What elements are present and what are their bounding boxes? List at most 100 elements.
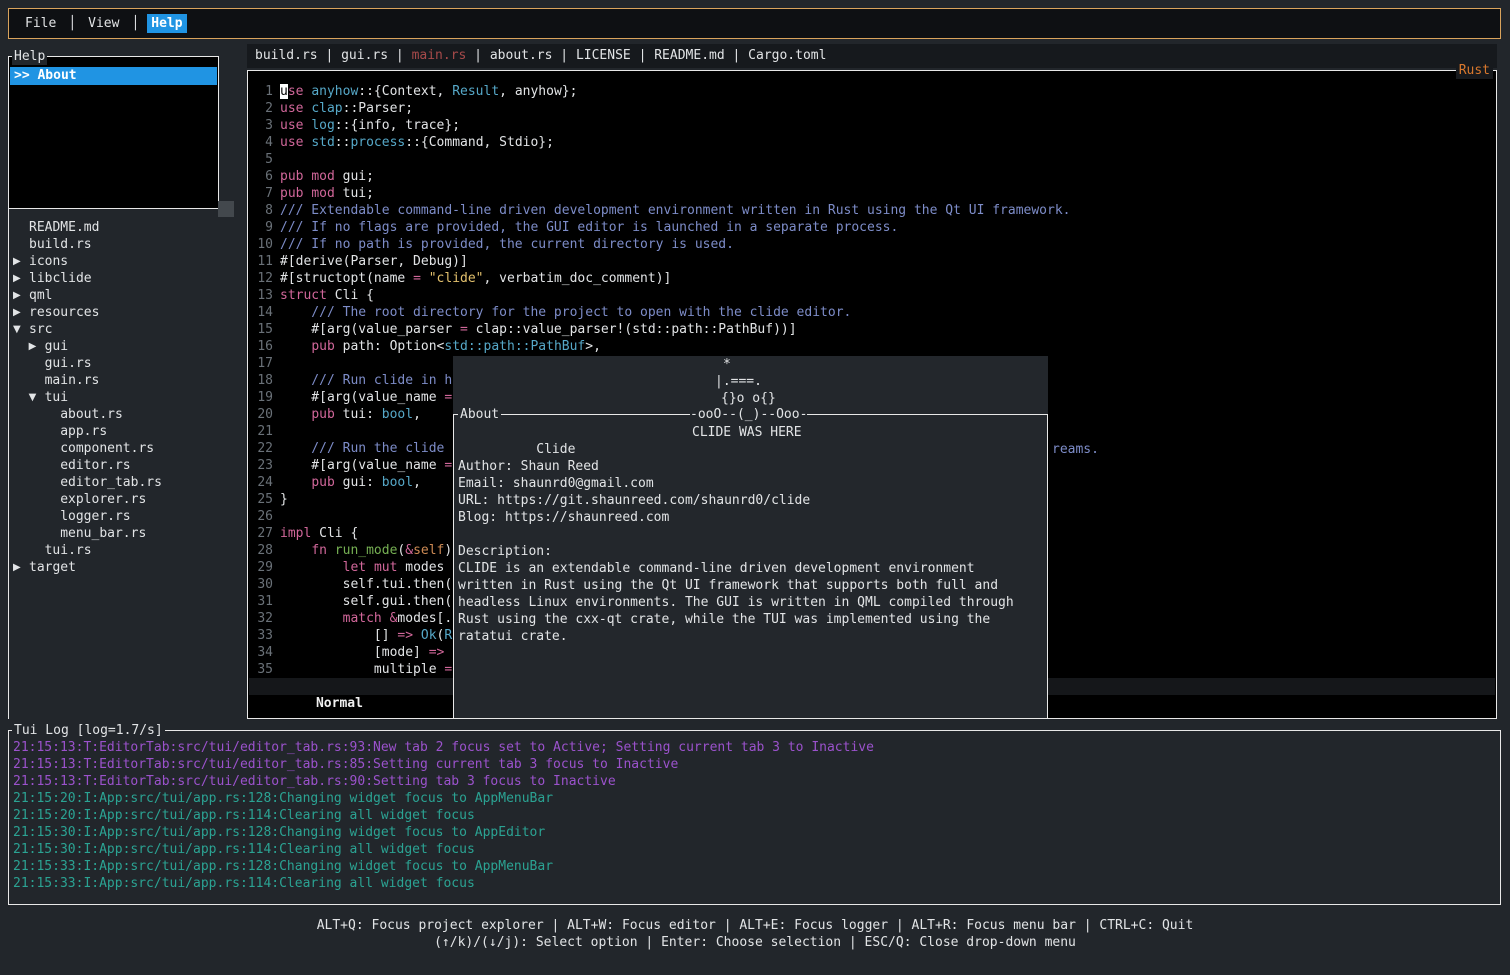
tab-Cargo.toml[interactable]: Cargo.toml [748, 48, 826, 63]
code-token [366, 560, 374, 575]
code-token: pub [311, 339, 334, 354]
code-token [280, 543, 311, 558]
tab-LICENSE[interactable]: LICENSE [576, 48, 631, 63]
code-token: log [311, 118, 334, 133]
tree-item-app.rs[interactable]: app.rs [9, 423, 239, 440]
code-token: = [444, 662, 452, 677]
code-token: bool [382, 407, 413, 422]
tree-item-component.rs[interactable]: component.rs [9, 440, 239, 457]
code-token [280, 560, 343, 575]
line-number: 27 [257, 525, 273, 542]
help-dropdown-title: Help [12, 48, 47, 65]
code-token: /// If no flags are provided, the GUI ed… [280, 220, 898, 235]
code-token [280, 339, 311, 354]
tree-item-README.md[interactable]: README.md [9, 219, 239, 236]
tree-item-menu_bar.rs[interactable]: menu_bar.rs [9, 525, 239, 542]
tree-item-resources[interactable]: ▶resources [9, 304, 239, 321]
code-token: run_mode [335, 543, 398, 558]
code-token: , [413, 475, 421, 490]
code-token: clap [311, 101, 342, 116]
tree-item-src[interactable]: ▼src [9, 321, 239, 338]
line-number: 32 [257, 610, 273, 627]
menu-separator: │ [68, 15, 76, 32]
tree-item-explorer.rs[interactable]: explorer.rs [9, 491, 239, 508]
tree-item-label: target [29, 559, 76, 576]
code-token: use [280, 101, 303, 116]
tree-item-target[interactable]: ▶target [9, 559, 239, 576]
code-token [327, 543, 335, 558]
tab-separator: | [552, 48, 575, 63]
code-token: /// The root directory for the project t… [280, 305, 851, 320]
tree-item-editor.rs[interactable]: editor.rs [9, 457, 239, 474]
tree-item-build.rs[interactable]: build.rs [9, 236, 239, 253]
tree-item-gui[interactable]: ▶gui [9, 338, 239, 355]
code-line: 2 use clap::Parser; [257, 100, 1495, 117]
tab-build.rs[interactable]: build.rs [255, 48, 318, 63]
code-token: } [280, 492, 288, 507]
code-line: 13struct Cli { [257, 287, 1495, 304]
tab-about.rs[interactable]: about.rs [490, 48, 553, 63]
tree-item-main.rs[interactable]: main.rs [9, 372, 239, 389]
tree-item-label: gui [45, 338, 68, 355]
tree-item-qml[interactable]: ▶qml [9, 287, 239, 304]
tab-main.rs[interactable]: main.rs [412, 48, 467, 63]
tree-item-logger.rs[interactable]: logger.rs [9, 508, 239, 525]
log-entry: 21:15:13:T:EditorTab:src/tui/editor_tab.… [13, 756, 1500, 773]
menu-item-view[interactable]: View [84, 14, 123, 33]
line-number: 4 [257, 134, 273, 151]
dropdown-item-about[interactable]: >> About [10, 67, 217, 85]
tree-item-libclide[interactable]: ▶libclide [9, 270, 239, 287]
tab-gui.rs[interactable]: gui.rs [341, 48, 388, 63]
code-token: ::Parser; [343, 101, 413, 116]
tree-item-label: README.md [29, 219, 99, 236]
tree-item-gui.rs[interactable]: gui.rs [9, 355, 239, 372]
dropdown-scrollbar-thumb[interactable] [218, 201, 234, 217]
code-token: self.gui.then( [280, 594, 452, 609]
code-token: let [343, 560, 366, 575]
line-number: 13 [257, 287, 273, 304]
chevron-down-icon: ▼ [29, 389, 45, 406]
code-token: modes [397, 560, 452, 575]
code-token: path: Option< [335, 339, 445, 354]
line-number: 16 [257, 338, 273, 355]
code-token: , [413, 407, 421, 422]
about-popup-box: About -ooO--(_)--Ooo- Clide CLIDE WAS HE… [453, 414, 1048, 719]
code-token: ::{info, trace}; [335, 118, 460, 133]
tree-item-editor_tab.rs[interactable]: editor_tab.rs [9, 474, 239, 491]
shortcut-line-2: (↑/k)/(↓/j): Select option | Enter: Choo… [0, 934, 1510, 951]
code-token: struct [280, 288, 327, 303]
code-token [280, 407, 311, 422]
tree-item-about.rs[interactable]: about.rs [9, 406, 239, 423]
menu-item-help[interactable]: Help [147, 14, 186, 33]
menu-item-file[interactable]: File [21, 14, 60, 33]
code-line: 7pub mod tui; [257, 185, 1495, 202]
tree-item-tui[interactable]: ▼tui [9, 389, 239, 406]
log-entry: 21:15:30:I:App:src/tui/app.rs:114:Cleari… [13, 841, 1500, 858]
line-number: 30 [257, 576, 273, 593]
line-number: 35 [257, 661, 273, 678]
about-popup-line [458, 526, 1047, 543]
code-token: match [343, 611, 382, 626]
tree-item-icons[interactable]: ▶icons [9, 253, 239, 270]
code-token: gui; [335, 169, 374, 184]
tree-item-tui.rs[interactable]: tui.rs [9, 542, 239, 559]
tab-separator: | [466, 48, 489, 63]
code-token: #[derive(Parser, Debug)] [280, 254, 468, 269]
line-number: 2 [257, 100, 273, 117]
log-entry: 21:15:13:T:EditorTab:src/tui/editor_tab.… [13, 739, 1500, 756]
code-token: = [444, 390, 452, 405]
about-popup-line: Email: shaunrd0@gmail.com [458, 475, 1047, 492]
code-token [280, 475, 311, 490]
tree-item-label: qml [29, 287, 52, 304]
code-token: se [288, 84, 304, 99]
code-line: 14 /// The root directory for the projec… [257, 304, 1495, 321]
code-token: multiple [280, 662, 444, 677]
code-line: 5 [257, 151, 1495, 168]
project-explorer: README.mdbuild.rs▶icons▶libclide▶qml▶res… [9, 219, 239, 576]
code-token: pub [280, 169, 303, 184]
code-token: /// If no path is provided, the current … [280, 237, 734, 252]
line-number: 8 [257, 202, 273, 219]
tab-README.md[interactable]: README.md [654, 48, 724, 63]
code-token: [mode] [280, 645, 429, 660]
editor-mode-label: Normal [316, 696, 363, 711]
